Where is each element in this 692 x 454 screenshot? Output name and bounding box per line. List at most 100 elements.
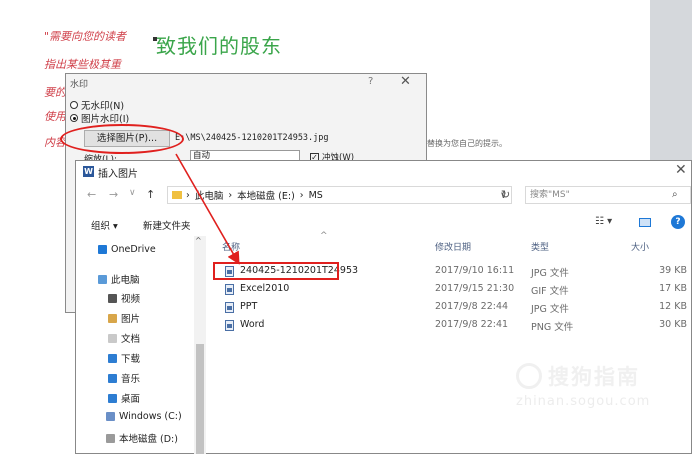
search-icon[interactable]: ⌕ bbox=[672, 189, 678, 200]
doc-red-line-1: "需要向您的读者 bbox=[44, 30, 127, 43]
file-size: 30 KB bbox=[659, 319, 687, 330]
no-watermark-label: 无水印(N) bbox=[81, 101, 125, 112]
search-input[interactable]: 搜索"MS" bbox=[525, 186, 691, 204]
nav-pane-item[interactable]: 桌面 bbox=[108, 391, 140, 405]
file-name: Excel2010 bbox=[240, 283, 290, 294]
doc-note: 替换为您自己的提示。 bbox=[427, 139, 507, 148]
desktop-folder-icon bbox=[108, 393, 117, 403]
up-arrow-icon[interactable]: ↑ bbox=[146, 188, 155, 201]
help-icon[interactable]: ? bbox=[671, 215, 685, 229]
file-modified: 2017/9/8 22:44 bbox=[435, 301, 509, 312]
file-name: Word bbox=[240, 319, 265, 330]
scrollbar-thumb[interactable] bbox=[196, 344, 204, 454]
nav-pane-item-label: 视频 bbox=[121, 294, 141, 305]
folder-icon bbox=[172, 191, 182, 199]
nav-pane-item[interactable]: 图片 bbox=[108, 311, 140, 325]
radio-icon bbox=[70, 101, 78, 109]
picture-watermark-label: 图片水印(I) bbox=[81, 114, 130, 125]
nav-pane-item[interactable]: 下载 bbox=[108, 351, 140, 365]
file-type: PNG 文件 bbox=[531, 322, 574, 333]
doc-red-line-2: 指出某些极其重 bbox=[44, 58, 121, 71]
computer-icon bbox=[98, 274, 107, 284]
nav-pane-item-label: 桌面 bbox=[121, 394, 141, 405]
file-row[interactable]: Word 2017/9/8 22:41 PNG 文件 30 KB bbox=[213, 317, 692, 334]
image-file-icon bbox=[225, 320, 234, 331]
file-modified: 2017/9/8 22:41 bbox=[435, 319, 509, 330]
nav-pane-item[interactable]: OneDrive bbox=[98, 244, 156, 255]
doc-red-line-4: 使用 bbox=[44, 110, 66, 123]
nav-pane-item-label: 音乐 bbox=[121, 374, 141, 385]
sogou-logo-icon bbox=[516, 363, 542, 389]
doc-headline: 致我们的股东 bbox=[156, 34, 282, 58]
file-modified: 2017/9/15 21:30 bbox=[435, 283, 515, 294]
close-icon[interactable]: ✕ bbox=[400, 74, 411, 89]
nav-pane-item-label: 图片 bbox=[121, 314, 141, 325]
cloud-icon bbox=[98, 245, 107, 254]
insert-picture-dialog: W 插入图片 ✕ ← → ∨ ↑ › 此电脑 › 本地磁盘 (E:) › MS … bbox=[75, 160, 692, 454]
image-file-icon bbox=[225, 284, 234, 295]
nav-pane-item[interactable]: 此电脑 bbox=[98, 272, 140, 286]
file-name: PPT bbox=[240, 301, 258, 312]
sogou-url: zhinan.sogou.com bbox=[516, 394, 651, 409]
insert-picture-titlebar: W 插入图片 ✕ bbox=[76, 161, 691, 183]
nav-pane-item[interactable]: Windows (C:) bbox=[106, 411, 182, 422]
breadcrumb-drive-e[interactable]: 本地磁盘 (E:) bbox=[237, 188, 295, 202]
breadcrumb-sep: › bbox=[299, 189, 304, 201]
back-arrow-icon[interactable]: ← bbox=[87, 188, 96, 201]
sort-ascending-icon: ^ bbox=[320, 231, 328, 241]
watermark-dialog-title: 水印 bbox=[70, 80, 89, 90]
drive-c-icon bbox=[106, 412, 115, 421]
nav-pane-item-label: 此电脑 bbox=[111, 275, 140, 286]
file-modified: 2017/9/10 16:11 bbox=[435, 265, 515, 276]
column-type[interactable]: 类型 bbox=[531, 240, 549, 253]
view-menu[interactable]: ☷ ▾ bbox=[595, 216, 612, 227]
new-folder-button[interactable]: 新建文件夹 bbox=[143, 218, 191, 232]
nav-pane-item[interactable]: 视频 bbox=[108, 291, 140, 305]
picture-watermark-radio[interactable]: 图片水印(I) bbox=[70, 111, 129, 125]
file-row[interactable]: Excel2010 2017/9/15 21:30 GIF 文件 17 KB bbox=[213, 281, 692, 298]
nav-pane-item[interactable]: 音乐 bbox=[108, 371, 140, 385]
column-modified[interactable]: 修改日期 bbox=[435, 240, 471, 253]
nav-pane-item-label: 下载 bbox=[121, 354, 141, 365]
insert-picture-title: 插入图片 bbox=[98, 169, 138, 180]
doc-red-line-3: 要的 bbox=[44, 86, 66, 99]
file-row[interactable]: PPT 2017/9/8 22:44 JPG 文件 12 KB bbox=[213, 299, 692, 316]
radio-selected-icon bbox=[70, 114, 78, 122]
refresh-icon[interactable]: ↻ bbox=[501, 188, 510, 201]
video-folder-icon bbox=[108, 293, 117, 303]
column-name[interactable]: 名称 bbox=[222, 240, 240, 253]
word-logo-icon: W bbox=[83, 166, 94, 177]
file-size: 39 KB bbox=[659, 265, 687, 276]
column-size[interactable]: 大小 bbox=[631, 240, 649, 253]
nav-pane-scrollbar[interactable]: ^ bbox=[194, 236, 206, 454]
preview-pane-icon[interactable] bbox=[639, 218, 651, 227]
file-type: JPG 文件 bbox=[531, 304, 569, 315]
recent-locations-chevron-icon[interactable]: ∨ bbox=[129, 188, 136, 198]
documents-folder-icon bbox=[108, 333, 117, 343]
no-watermark-radio[interactable]: 无水印(N) bbox=[70, 98, 124, 112]
downloads-folder-icon bbox=[108, 353, 117, 363]
nav-pane-item-label: 本地磁盘 (D:) bbox=[119, 434, 178, 445]
file-type: JPG 文件 bbox=[531, 268, 569, 279]
nav-pane-item-label: 文档 bbox=[121, 334, 141, 345]
breadcrumb-sep: › bbox=[186, 189, 190, 201]
highlight-select-picture bbox=[60, 124, 184, 154]
scroll-up-icon[interactable]: ^ bbox=[195, 236, 202, 245]
music-folder-icon bbox=[108, 373, 117, 383]
forward-arrow-icon[interactable]: → bbox=[109, 188, 118, 201]
pictures-folder-icon bbox=[108, 313, 117, 323]
highlight-selected-file bbox=[213, 262, 339, 280]
sogou-brand: 搜狗指南 bbox=[548, 365, 640, 389]
breadcrumb-this-pc[interactable]: 此电脑 bbox=[195, 188, 224, 202]
breadcrumb-ms[interactable]: MS bbox=[309, 190, 323, 201]
address-bar[interactable]: › 此电脑 › 本地磁盘 (E:) › MS ∨ bbox=[167, 186, 512, 204]
close-icon[interactable]: ✕ bbox=[675, 162, 687, 178]
file-size: 17 KB bbox=[659, 283, 687, 294]
nav-pane-item[interactable]: 文档 bbox=[108, 331, 140, 345]
nav-pane-item[interactable]: 本地磁盘 (D:) bbox=[106, 431, 178, 445]
organize-menu[interactable]: 组织 ▾ bbox=[91, 218, 118, 232]
help-icon[interactable]: ? bbox=[368, 76, 373, 87]
picture-path: E:\MS\240425-1210201T24953.jpg bbox=[175, 133, 329, 143]
breadcrumb-sep: › bbox=[228, 189, 233, 201]
nav-pane-item-label: Windows (C:) bbox=[119, 411, 182, 422]
